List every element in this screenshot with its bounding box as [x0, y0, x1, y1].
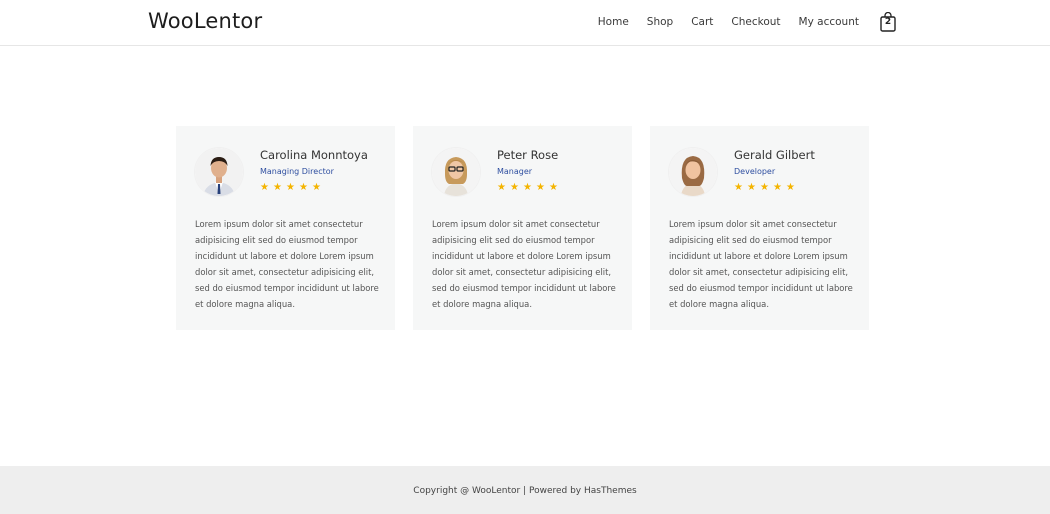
reviewer-role: Managing Director	[260, 167, 334, 176]
site-logo[interactable]: WooLentor	[148, 9, 262, 33]
cart-bag-icon[interactable]: 2	[880, 12, 896, 32]
nav-cart[interactable]: Cart	[691, 16, 713, 28]
site-footer: Copyright @ WooLentor | Powered by HasTh…	[0, 466, 1050, 514]
star-icon: ★	[536, 182, 545, 193]
star-icon: ★	[786, 182, 795, 193]
star-rating: ★ ★ ★ ★ ★	[497, 182, 558, 193]
star-icon: ★	[260, 182, 269, 193]
testimonial-text: Lorem ipsum dolor sit amet consectetur a…	[432, 219, 616, 309]
star-icon: ★	[734, 182, 743, 193]
reviewer-role: Developer	[734, 167, 776, 176]
reviewer-name: Gerald Gilbert	[734, 148, 815, 162]
cart-count-badge: 2	[884, 17, 892, 27]
nav-checkout[interactable]: Checkout	[731, 16, 780, 28]
nav-home[interactable]: Home	[598, 16, 629, 28]
avatar	[195, 148, 243, 196]
star-icon: ★	[549, 182, 558, 193]
star-icon: ★	[747, 182, 756, 193]
star-icon: ★	[312, 182, 321, 193]
star-icon: ★	[510, 182, 519, 193]
star-icon: ★	[760, 182, 769, 193]
avatar	[432, 148, 480, 196]
star-icon: ★	[497, 182, 506, 193]
nav-shop[interactable]: Shop	[647, 16, 673, 28]
star-rating: ★ ★ ★ ★ ★	[734, 182, 795, 193]
star-icon: ★	[773, 182, 782, 193]
reviewer-role: Manager	[497, 167, 533, 176]
star-icon: ★	[273, 182, 282, 193]
avatar	[669, 148, 717, 196]
star-rating: ★ ★ ★ ★ ★	[260, 182, 321, 193]
reviewer-name: Peter Rose	[497, 148, 559, 162]
testimonial-text: Lorem ipsum dolor sit amet consectetur a…	[195, 219, 379, 309]
testimonial-card: Gerald Gilbert Developer ★ ★ ★ ★ ★ Lorem…	[650, 126, 869, 330]
testimonial-list: Carolina Monntoya Managing Director ★ ★ …	[176, 126, 870, 330]
testimonial-text: Lorem ipsum dolor sit amet consectetur a…	[669, 219, 853, 309]
nav-my-account[interactable]: My account	[799, 16, 859, 28]
star-icon: ★	[286, 182, 295, 193]
star-icon: ★	[523, 182, 532, 193]
site-header: WooLentor Home Shop Cart Checkout My acc…	[0, 0, 1050, 46]
testimonial-card: Carolina Monntoya Managing Director ★ ★ …	[176, 126, 395, 330]
star-icon: ★	[299, 182, 308, 193]
testimonial-card: Peter Rose Manager ★ ★ ★ ★ ★ Lorem ipsum…	[413, 126, 632, 330]
main-nav: Home Shop Cart Checkout My account	[580, 16, 859, 28]
footer-copyright: Copyright @ WooLentor | Powered by HasTh…	[413, 486, 637, 496]
reviewer-name: Carolina Monntoya	[260, 148, 368, 162]
